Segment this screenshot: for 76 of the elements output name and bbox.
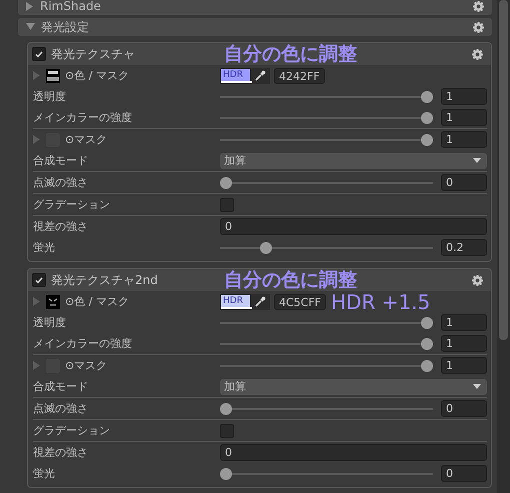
expand-arrow-icon[interactable]	[26, 2, 34, 10]
eyedropper-icon	[255, 296, 266, 307]
caret-icon	[473, 384, 481, 389]
slider-thumb[interactable]	[421, 316, 433, 328]
field-label: メインカラーの強度	[33, 110, 132, 125]
color-swatch[interactable]: HDR	[220, 294, 251, 310]
section-title: 発光テクスチャ2nd	[51, 272, 159, 288]
field-label: グラデーション	[33, 423, 110, 438]
settings-icon[interactable]	[473, 22, 484, 32]
hex-field[interactable]: 4C5CFF	[274, 294, 326, 310]
field-label: 蛍光	[33, 240, 55, 255]
field-label: 蛍光	[33, 466, 55, 481]
texture-thumbnail-icon[interactable]	[46, 294, 60, 308]
field-label: 合成モード	[33, 379, 88, 394]
settings-icon[interactable]	[473, 0, 484, 12]
section-title: 発光テクスチャ	[51, 46, 136, 62]
field-label: メインカラーの強度	[33, 336, 132, 351]
field-label: ⊙色 / マスク	[65, 294, 129, 309]
value-field[interactable]: 1	[441, 109, 487, 126]
caret-icon	[473, 158, 481, 163]
foldout-header[interactable]: RimShade	[18, 0, 492, 15]
value-field[interactable]: 0	[441, 465, 487, 482]
field-label: 合成モード	[33, 153, 88, 168]
slider-thumb[interactable]	[421, 112, 433, 124]
field-label: 点滅の強さ	[33, 175, 88, 190]
value-field[interactable]: 1	[441, 131, 487, 148]
section-header[interactable]: 発光テクスチャ 自分の色に調整	[28, 43, 491, 65]
settings-icon[interactable]	[472, 274, 483, 286]
expand-arrow-icon[interactable]	[26, 23, 35, 31]
field-label: 視差の強さ	[33, 445, 88, 460]
field-label: 透明度	[33, 89, 66, 104]
check-icon	[35, 276, 43, 284]
slider-thumb[interactable]	[421, 90, 433, 102]
value-field[interactable]: 0	[441, 400, 487, 417]
settings-icon[interactable]	[472, 48, 483, 60]
value-field[interactable]: 0.2	[441, 239, 487, 256]
value-field[interactable]: 1	[441, 314, 487, 331]
slider-thumb[interactable]	[421, 360, 433, 372]
color-swatch[interactable]: HDR	[220, 68, 251, 84]
eyedropper-button[interactable]	[251, 68, 270, 84]
checkbox[interactable]	[220, 198, 234, 212]
number-field[interactable]: 0	[220, 444, 487, 461]
slider-thumb[interactable]	[421, 134, 433, 146]
slider-thumb[interactable]	[421, 338, 433, 350]
hex-field[interactable]: 4242FF	[274, 68, 325, 84]
value-field[interactable]: 1	[441, 88, 487, 105]
blend-dropdown[interactable]: 加算	[220, 152, 487, 168]
field-label: グラデーション	[33, 197, 110, 212]
checkbox[interactable]	[220, 424, 234, 438]
number-field[interactable]: 0	[220, 218, 487, 235]
eyedropper-icon	[255, 70, 266, 81]
slider-thumb[interactable]	[220, 402, 232, 414]
blend-dropdown[interactable]: 加算	[220, 378, 487, 394]
foldout-header[interactable]: 発光設定	[18, 18, 492, 36]
field-label: ⊙マスク	[65, 132, 108, 147]
slider-thumb[interactable]	[260, 242, 272, 254]
section-header[interactable]: 発光テクスチャ2nd 自分の色に調整	[28, 269, 491, 291]
field-label: ⊙色 / マスク	[65, 68, 129, 83]
value-field[interactable]: 1	[441, 357, 487, 374]
texture-thumbnail-icon[interactable]	[46, 68, 60, 82]
enable-checkbox[interactable]	[32, 47, 46, 61]
slider-thumb[interactable]	[220, 176, 232, 188]
annotation-text: 自分の色に調整	[224, 43, 357, 65]
annotation-text: HDR +1.5	[331, 292, 430, 313]
field-label: 視差の強さ	[33, 219, 88, 234]
field-label: ⊙マスク	[65, 358, 108, 373]
enable-checkbox[interactable]	[32, 273, 46, 287]
value-field[interactable]: 1	[441, 335, 487, 352]
field-label: 点滅の強さ	[33, 401, 88, 416]
eyedropper-button[interactable]	[251, 294, 270, 310]
scrollbar-thumb[interactable]	[499, 0, 508, 340]
slider-thumb[interactable]	[220, 468, 232, 480]
check-icon	[35, 50, 43, 58]
field-label: 透明度	[33, 315, 66, 330]
value-field[interactable]: 0	[441, 174, 487, 191]
annotation-text: 自分の色に調整	[224, 269, 357, 291]
